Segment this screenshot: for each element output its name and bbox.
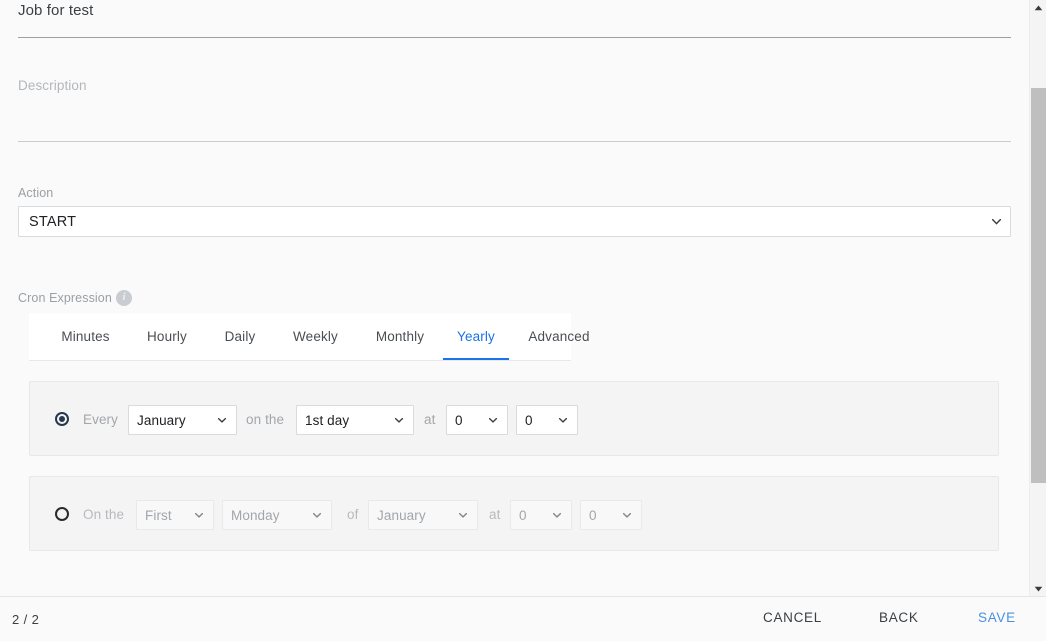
tab-hourly[interactable]: Hourly [128, 313, 206, 360]
tab-monthly[interactable]: Monthly [357, 313, 443, 360]
job-title-value[interactable]: Job for test [18, 2, 93, 19]
every-at-label: at [424, 412, 436, 427]
tab-monthly-label: Monthly [375, 329, 425, 344]
cron-expression-label: Cron Expression [18, 291, 112, 305]
tab-active-indicator [443, 358, 509, 360]
vertical-scrollbar[interactable] [1029, 0, 1046, 596]
tab-yearly[interactable]: Yearly [443, 313, 509, 360]
tab-weekly[interactable]: Weekly [274, 313, 357, 360]
description-field[interactable]: Description [18, 62, 1011, 142]
tab-minutes[interactable]: Minutes [43, 313, 128, 360]
radio-every-month[interactable] [55, 412, 69, 426]
dialog-footer: 2 / 2 CANCEL BACK SAVE [0, 596, 1046, 641]
onthe-month-select[interactable]: JanuaryFebruaryMarchAprilMayJuneJulyAugu… [368, 500, 478, 530]
every-prefix-label: Every [83, 412, 119, 427]
description-placeholder: Description [18, 78, 87, 93]
tab-advanced[interactable]: Advanced [509, 313, 609, 360]
job-title-underline [18, 37, 1011, 38]
radio-on-the-weekday[interactable] [55, 507, 69, 521]
onthe-prefix-label: On the [83, 507, 125, 522]
action-select-wrapper[interactable]: STARTSTOPRESTARTPAUSERESUME [18, 206, 1011, 237]
onthe-hour-select[interactable]: 0123456789101112 [510, 500, 572, 530]
cron-tabbar: Minutes Hourly Daily Weekly Monthly Year… [29, 313, 589, 361]
save-button[interactable]: SAVE [978, 610, 1016, 625]
scroll-down-button[interactable] [1030, 581, 1046, 596]
action-label: Action [18, 186, 54, 200]
triangle-up-icon [1034, 5, 1042, 11]
tab-minutes-label: Minutes [61, 329, 110, 344]
back-button[interactable]: BACK [879, 610, 919, 625]
scroll-up-button[interactable] [1030, 0, 1046, 15]
triangle-down-icon [1034, 586, 1042, 592]
action-select[interactable]: STARTSTOPRESTARTPAUSERESUME [18, 206, 1011, 237]
onthe-ordinal-select[interactable]: FirstSecondThirdFourthLast [136, 500, 214, 530]
onthe-at-label: at [489, 507, 501, 522]
every-month-select[interactable]: JanuaryFebruaryMarchAprilMayJuneJulyAugu… [128, 405, 237, 435]
description-underline [18, 141, 1011, 142]
onthe-of-label: of [347, 507, 359, 522]
yearly-onthe-panel: On the FirstSecondThirdFourthLast Monday… [29, 476, 999, 551]
info-icon[interactable]: i [116, 290, 132, 306]
every-hour-select[interactable]: 0123456789101112 [446, 405, 508, 435]
schedule-job-dialog: Job for test Description Action STARTSTO… [0, 0, 1046, 641]
yearly-every-panel: Every JanuaryFebruaryMarchAprilMayJuneJu… [29, 381, 999, 456]
tab-yearly-label: Yearly [457, 329, 495, 344]
every-day-select[interactable]: 1st day2nd day3rd day4th day5th daylast … [296, 405, 414, 435]
job-title-field[interactable]: Job for test [18, 0, 1011, 38]
onthe-minute-select[interactable]: 0510152025303540455055 [580, 500, 642, 530]
tab-weekly-label: Weekly [293, 329, 338, 344]
tab-hourly-label: Hourly [147, 329, 187, 344]
every-minute-select[interactable]: 0510152025303540455055 [516, 405, 578, 435]
tab-advanced-label: Advanced [528, 329, 590, 344]
tab-daily[interactable]: Daily [206, 313, 274, 360]
step-indicator: 2 / 2 [12, 612, 40, 627]
tab-daily-label: Daily [224, 329, 256, 344]
every-mid-label: on the [246, 412, 285, 427]
scrollbar-thumb[interactable] [1031, 88, 1046, 483]
cancel-button[interactable]: CANCEL [763, 610, 822, 625]
onthe-weekday-select[interactable]: MondayTuesdayWednesdayThursdayFridaySatu… [222, 500, 332, 530]
scrollable-content: Job for test Description Action STARTSTO… [0, 0, 1029, 596]
